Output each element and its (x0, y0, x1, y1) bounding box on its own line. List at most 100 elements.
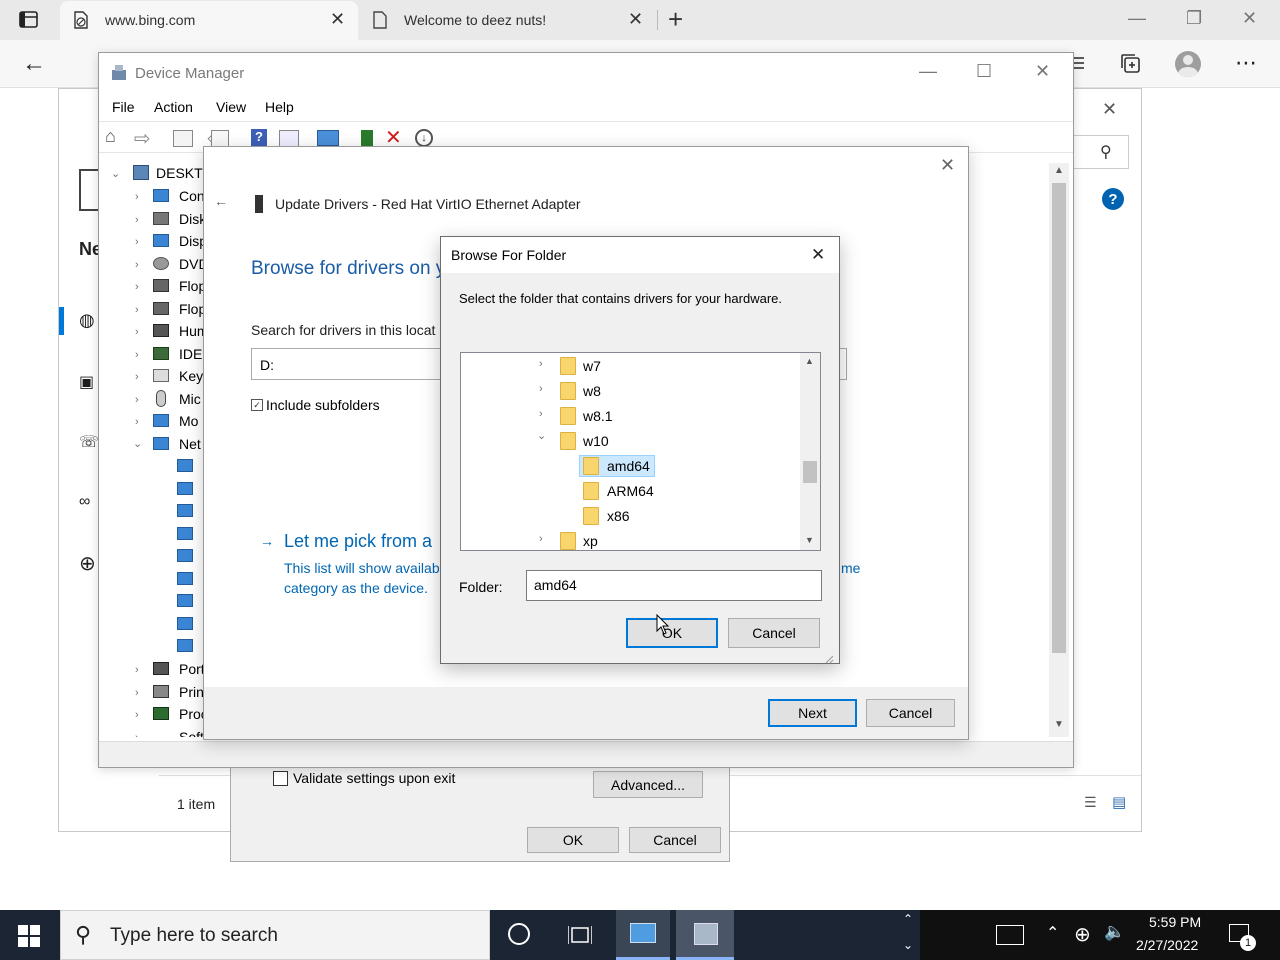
expand-chevron-icon[interactable]: › (135, 191, 139, 203)
expand-chevron-icon[interactable]: › (135, 281, 139, 293)
network-adapter-icon[interactable] (177, 504, 193, 517)
browser-tab-bing[interactable]: www.bing.com ✕ (60, 1, 358, 40)
menu-action[interactable]: Action (154, 99, 193, 115)
vertical-scrollbar[interactable]: ▲ ▼ (1049, 163, 1069, 737)
pick-driver-link[interactable]: Let me pick from a (284, 531, 432, 552)
cortana-icon[interactable] (508, 923, 530, 945)
taskbar-device-manager-app[interactable] (676, 910, 734, 960)
network-adapter-icon[interactable] (177, 549, 193, 562)
help-icon[interactable]: ? (1102, 188, 1124, 210)
expand-chevron-icon[interactable]: › (135, 416, 139, 428)
tree-item-label[interactable]: IDE (179, 346, 202, 362)
expand-chevron-icon[interactable]: › (539, 358, 543, 370)
folder-item-w8-1[interactable]: w8.1 (583, 408, 613, 424)
expand-chevron-icon[interactable]: › (135, 214, 139, 226)
network-adapter-icon[interactable] (177, 594, 193, 607)
cancel-button[interactable]: Cancel (629, 827, 721, 853)
expand-chevron-icon[interactable]: › (135, 304, 139, 316)
folder-item-w8[interactable]: w8 (583, 383, 601, 399)
vertical-scrollbar[interactable]: ▲ ▼ (800, 353, 820, 550)
expand-chevron-icon[interactable]: › (135, 732, 139, 737)
scrollbar-thumb[interactable] (803, 461, 817, 483)
update-driver-icon[interactable] (361, 130, 373, 147)
close-window-icon[interactable]: ✕ (1242, 8, 1257, 29)
vpn-icon[interactable]: ∞ (79, 493, 90, 511)
tab-actions-icon[interactable] (18, 10, 40, 30)
more-menu-icon[interactable]: ⋯ (1235, 50, 1258, 76)
proxy-globe-icon[interactable]: ⊕ (79, 551, 96, 576)
new-tab-button[interactable]: + (668, 4, 683, 35)
expand-chevron-icon[interactable]: › (539, 383, 543, 395)
network-adapter-icon[interactable] (177, 527, 193, 540)
menu-help[interactable]: Help (265, 99, 294, 115)
maximize-icon[interactable]: ☐ (976, 61, 992, 82)
scroll-down-icon[interactable]: ▼ (805, 535, 814, 545)
close-icon[interactable]: ✕ (1102, 99, 1117, 120)
advanced-button[interactable]: Advanced... (593, 771, 703, 798)
globe-icon[interactable]: ◍ (79, 310, 95, 331)
close-icon[interactable]: ✕ (811, 245, 825, 265)
network-globe-icon[interactable]: ⊕ (1074, 922, 1091, 947)
clock-time[interactable]: 5:59 PM (1149, 914, 1201, 930)
tree-root-label[interactable]: DESKTO (156, 165, 207, 181)
collapse-chevron-icon[interactable]: ⌄ (111, 167, 120, 180)
menu-file[interactable]: File (112, 99, 135, 115)
taskbar-network-connections-app[interactable] (616, 910, 670, 960)
back-arrow-icon[interactable]: ← (214, 193, 228, 209)
taskbar-search-box[interactable]: ⚲ Type here to search (60, 910, 490, 960)
folder-item-xp[interactable]: xp (583, 533, 598, 549)
minimize-icon[interactable]: — (1128, 8, 1146, 29)
folder-tree[interactable]: › w7 › w8 › w8.1 ⌄ w10 amd64 ARM64 x86 ›… (460, 352, 821, 551)
tree-item-label[interactable]: Mo (179, 413, 198, 429)
tree-item-label[interactable]: Mic (179, 391, 201, 407)
folder-item-w10[interactable]: w10 (583, 433, 609, 449)
expand-chevron-icon[interactable]: › (135, 371, 139, 383)
minimize-icon[interactable]: — (919, 61, 937, 82)
validate-checkbox[interactable] (273, 771, 288, 786)
volume-muted-icon[interactable]: 🔈 (1104, 922, 1125, 942)
scroll-down-icon[interactable]: ▼ (1054, 719, 1064, 730)
clock-date[interactable]: 2/27/2022 (1136, 937, 1198, 953)
close-tab-icon[interactable]: ✕ (330, 9, 345, 30)
scroll-up-icon[interactable]: ▲ (1054, 165, 1064, 176)
forward-icon[interactable]: ⇨ (134, 126, 151, 151)
expand-chevron-icon[interactable]: › (135, 259, 139, 271)
ok-button[interactable]: OK (527, 827, 619, 853)
large-icons-view-icon[interactable]: ▤ (1112, 793, 1126, 811)
action-pane-icon[interactable] (279, 130, 299, 147)
next-button[interactable]: Next (768, 699, 857, 727)
resize-grip-icon[interactable] (824, 651, 834, 664)
expand-chevron-icon[interactable]: › (135, 236, 139, 248)
chevron-down-icon[interactable]: ⌄ (903, 938, 913, 952)
folder-item-amd64[interactable]: amd64 (607, 458, 650, 474)
show-hide-tree-icon[interactable] (173, 130, 193, 147)
details-view-icon[interactable]: ☰ (1084, 794, 1097, 811)
close-tab-icon[interactable]: ✕ (628, 9, 643, 30)
tree-item-label[interactable]: Net (179, 436, 201, 452)
expand-chevron-icon[interactable]: › (135, 664, 139, 676)
network-adapter-icon[interactable] (177, 459, 193, 472)
expand-chevron-icon[interactable]: › (135, 394, 139, 406)
search-field[interactable]: ⚲ (1069, 135, 1129, 169)
collapse-chevron-icon[interactable]: ⌄ (133, 437, 142, 450)
chevron-up-icon[interactable]: ⌃ (903, 912, 913, 926)
expand-chevron-icon[interactable]: › (135, 326, 139, 338)
tree-item-label[interactable]: Con (179, 188, 205, 204)
scrollbar-thumb[interactable] (1052, 183, 1066, 653)
network-adapter-icon[interactable] (177, 482, 193, 495)
ok-button[interactable]: OK (626, 618, 718, 648)
chevron-up-icon[interactable]: ⌃ (1046, 923, 1059, 943)
collections-icon[interactable] (1119, 52, 1143, 76)
expand-chevron-icon[interactable]: › (539, 533, 543, 545)
expand-chevron-icon[interactable]: › (135, 709, 139, 721)
network-adapter-icon[interactable] (177, 572, 193, 585)
menu-view[interactable]: View (216, 99, 246, 115)
tree-item-label[interactable]: Prin (179, 684, 204, 700)
home-icon[interactable]: ⌂ (105, 126, 116, 147)
tree-item-label[interactable]: Soft (179, 729, 204, 737)
network-adapter-icon[interactable] (177, 617, 193, 630)
restore-icon[interactable]: ❐ (1186, 8, 1202, 29)
windows-start-icon[interactable] (18, 925, 40, 947)
tree-item-label[interactable]: Port (179, 661, 205, 677)
cancel-button[interactable]: Cancel (866, 699, 955, 727)
